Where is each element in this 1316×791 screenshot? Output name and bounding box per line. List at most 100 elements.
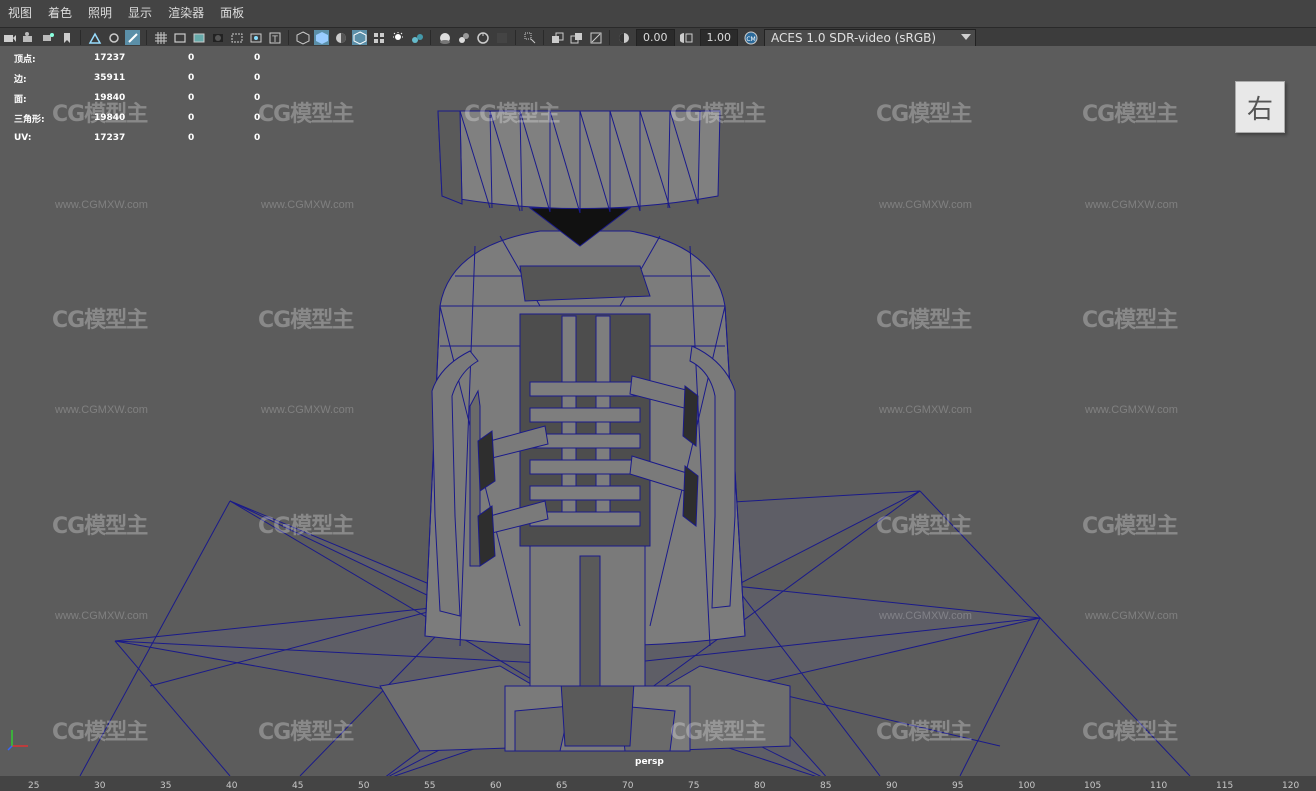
isolate-select-icon[interactable]: [456, 30, 471, 45]
exposure-icon[interactable]: [616, 30, 631, 45]
viewcube[interactable]: 右: [1235, 81, 1285, 133]
gate-mask-icon[interactable]: [153, 30, 168, 45]
hud-row-triangles: 三角形: 19840 0 0: [14, 113, 261, 125]
wireframe-on-shaded-icon[interactable]: [295, 30, 310, 45]
watermark-url: www.CGMXW.com: [1085, 610, 1178, 622]
watermark-url: www.CGMXW.com: [879, 404, 972, 416]
ambient-occlusion-icon[interactable]: [371, 30, 386, 45]
ruler-tick: 50: [358, 781, 370, 791]
wireframe-icon[interactable]: [229, 30, 244, 45]
watermark: CG模型主: [1082, 102, 1178, 127]
axis-gizmo-icon: [7, 730, 28, 751]
camera-label: persp: [635, 757, 664, 767]
menu-renderer[interactable]: 渲染器: [160, 0, 212, 27]
camera-attr-icon[interactable]: [21, 30, 36, 45]
color-space-value: ACES 1.0 SDR-video (sRGB): [771, 30, 937, 45]
poly-count-hud: 顶点: 17237 0 0 边: 35911 0 0 面: 19840 0 0 …: [14, 48, 260, 148]
image-plane-icon[interactable]: [59, 30, 74, 45]
watermark-url: www.CGMXW.com: [55, 610, 148, 622]
smooth-shade-icon[interactable]: [248, 30, 263, 45]
xray-icon[interactable]: [475, 30, 490, 45]
watermark: CG模型主: [876, 720, 972, 745]
motion-blur-icon[interactable]: [390, 30, 405, 45]
grid-icon[interactable]: [87, 30, 102, 45]
resolution-gate-icon[interactable]: [125, 30, 140, 45]
watermark: CG模型主: [1082, 720, 1178, 745]
gamma-field[interactable]: 1.00: [699, 28, 738, 47]
ruler-tick: 95: [952, 781, 964, 791]
watermark: CG模型主: [258, 308, 354, 333]
chevron-down-icon: [961, 33, 971, 40]
watermark: CG模型主: [876, 514, 972, 539]
watermark: CG模型主: [258, 720, 354, 745]
ruler-tick: 25: [28, 781, 40, 791]
hud-row-faces: 面: 19840 0 0: [14, 93, 261, 105]
paste-icon[interactable]: [569, 30, 584, 45]
watermark-url: www.CGMXW.com: [55, 199, 148, 211]
watermark: CG模型主: [52, 308, 148, 333]
color-mgmt-icon[interactable]: CM: [743, 30, 758, 45]
menu-show[interactable]: 显示: [120, 0, 160, 27]
watermark: CG模型主: [1082, 514, 1178, 539]
watermark: CG模型主: [670, 720, 766, 745]
svg-text:T: T: [271, 35, 278, 45]
frame-icon[interactable]: [588, 30, 603, 45]
menu-lighting[interactable]: 照明: [80, 0, 120, 27]
ruler-tick: 85: [820, 781, 832, 791]
ruler-tick: 115: [1216, 781, 1234, 791]
menu-view[interactable]: 视图: [0, 0, 40, 27]
depth-of-field-icon[interactable]: [437, 30, 452, 45]
ruler-tick: 80: [754, 781, 766, 791]
xray-joints-icon[interactable]: [494, 30, 509, 45]
ruler-tick: 35: [160, 781, 172, 791]
ruler-tick: 100: [1018, 781, 1036, 791]
backface-icon[interactable]: [522, 30, 537, 45]
safe-action-icon[interactable]: [191, 30, 206, 45]
default-material-icon[interactable]: T: [267, 30, 282, 45]
menu-bar: 视图 着色 照明 显示 渲染器 面板: [0, 0, 1316, 27]
svg-text:CM: CM: [746, 36, 755, 43]
watermark-url: www.CGMXW.com: [1085, 199, 1178, 211]
time-ruler[interactable]: 25 30 35 40 45 50 55 60 65 70 75 80 85 9…: [0, 776, 1316, 791]
copy-icon[interactable]: [550, 30, 565, 45]
bookmark-icon[interactable]: [40, 30, 55, 45]
film-gate-icon[interactable]: [106, 30, 121, 45]
ruler-tick: 55: [424, 781, 436, 791]
panel-toolbar: T 0.00 1.00 CM ACES 1.0 SDR-video (sRGB): [0, 27, 1316, 47]
watermark-url: www.CGMXW.com: [879, 199, 972, 211]
ruler-tick: 40: [226, 781, 238, 791]
gamma-icon[interactable]: [680, 30, 695, 45]
watermark: CG模型主: [464, 102, 560, 127]
watermark-url: www.CGMXW.com: [1085, 404, 1178, 416]
watermark-url: www.CGMXW.com: [261, 199, 354, 211]
ruler-tick: 105: [1084, 781, 1102, 791]
safe-title-icon[interactable]: [210, 30, 225, 45]
anti-alias-icon[interactable]: [409, 30, 424, 45]
watermark: CG模型主: [258, 102, 354, 127]
exposure-field[interactable]: 0.00: [636, 28, 675, 47]
camera-icon[interactable]: [2, 30, 17, 45]
color-space-dropdown[interactable]: ACES 1.0 SDR-video (sRGB): [764, 28, 976, 47]
ruler-tick: 45: [292, 781, 304, 791]
ruler-tick: 60: [490, 781, 502, 791]
shadows-icon[interactable]: [352, 30, 367, 45]
viewport-persp[interactable]: CG模型主 CG模型主 CG模型主 CG模型主 CG模型主 CG模型主 www.…: [0, 46, 1316, 776]
ruler-tick: 30: [94, 781, 106, 791]
ruler-tick: 90: [886, 781, 898, 791]
watermark: CG模型主: [876, 102, 972, 127]
menu-panels[interactable]: 面板: [212, 0, 252, 27]
ruler-tick: 70: [622, 781, 634, 791]
textured-icon[interactable]: [314, 30, 329, 45]
watermark: CG模型主: [258, 514, 354, 539]
watermark: CG模型主: [1082, 308, 1178, 333]
field-chart-icon[interactable]: [172, 30, 187, 45]
lights-icon[interactable]: [333, 30, 348, 45]
watermark: CG模型主: [52, 720, 148, 745]
watermark-url: www.CGMXW.com: [879, 610, 972, 622]
hud-row-edges: 边: 35911 0 0: [14, 73, 261, 85]
watermark-url: www.CGMXW.com: [55, 404, 148, 416]
watermark: CG模型主: [876, 308, 972, 333]
ruler-tick: 75: [688, 781, 700, 791]
ruler-tick: 110: [1150, 781, 1168, 791]
menu-shading[interactable]: 着色: [40, 0, 80, 27]
